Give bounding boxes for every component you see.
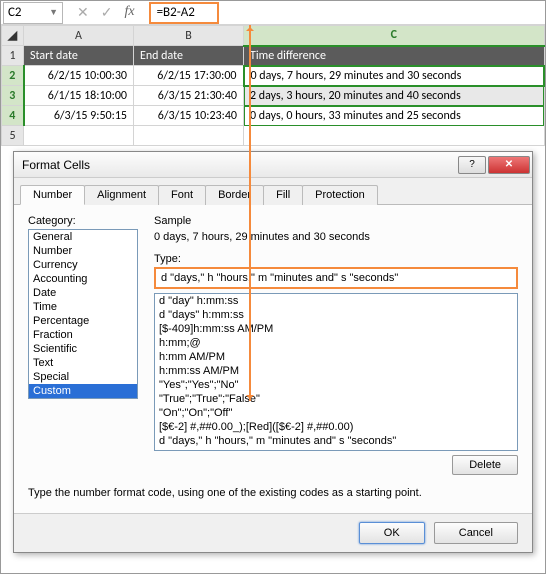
chevron-down-icon[interactable]: ▼ [49,7,58,18]
list-item[interactable]: d "days" h:mm:ss [155,308,517,322]
cancel-icon[interactable]: ✕ [77,4,89,21]
list-item[interactable]: Currency [29,258,137,272]
fx-icon[interactable]: fx [124,4,134,21]
list-item-selected[interactable]: Custom [29,384,137,398]
list-item[interactable]: Date [29,286,137,300]
formula-bar-icons: ✕ ✓ fx [77,4,135,21]
cell[interactable]: 6/2/15 10:00:30 [24,66,134,86]
spreadsheet-grid[interactable]: ◢ A B C 1 Start date End date Time diffe… [1,25,545,146]
tab-fill[interactable]: Fill [263,185,303,205]
list-item[interactable]: General [29,230,137,244]
list-item[interactable]: Time [29,300,137,314]
cell[interactable]: 0 days, 0 hours, 33 minutes and 25 secon… [244,106,545,126]
cell[interactable]: 6/3/15 10:23:40 [134,106,244,126]
list-item[interactable]: h:mm AM/PM [155,350,517,364]
category-label: Category: [28,215,138,227]
list-item[interactable]: Number [29,244,137,258]
dialog-titlebar[interactable]: Format Cells ? ✕ [14,152,532,178]
row-header-2[interactable]: 2 [2,66,24,86]
delete-button[interactable]: Delete [452,455,518,475]
close-button[interactable]: ✕ [488,156,530,174]
cell[interactable] [24,126,134,146]
tab-row: Number Alignment Font Border Fill Protec… [14,178,532,205]
category-list[interactable]: General Number Currency Accounting Date … [28,229,138,399]
cell[interactable]: 6/3/15 9:50:15 [24,106,134,126]
format-cells-dialog: Format Cells ? ✕ Number Alignment Font B… [13,151,533,553]
dialog-body: Category: General Number Currency Accoun… [14,205,532,513]
type-list[interactable]: d "day" h:mm:ss d "days" h:mm:ss [$-409]… [154,293,518,451]
cell[interactable] [134,126,244,146]
help-button[interactable]: ? [458,156,486,174]
row-header-3[interactable]: 3 [2,86,24,106]
hint-text: Type the number format code, using one o… [28,487,518,499]
name-box[interactable]: C2 ▼ [3,2,63,24]
list-item[interactable]: Percentage [29,314,137,328]
list-item[interactable]: "On";"On";"Off" [155,406,517,420]
cell[interactable]: 6/2/15 17:30:00 [134,66,244,86]
list-item[interactable]: Text [29,356,137,370]
sample-label: Sample [154,215,518,227]
sample-value: 0 days, 7 hours, 29 minutes and 30 secon… [154,231,518,243]
row-header-4[interactable]: 4 [2,106,24,126]
list-item[interactable]: h:mm;@ [155,336,517,350]
cell[interactable]: 2 days, 3 hours, 20 minutes and 40 secon… [244,86,545,106]
cell[interactable]: 6/1/15 18:10:00 [24,86,134,106]
formula-bar-row: C2 ▼ ✕ ✓ fx =B2-A2 [1,1,545,25]
formula-text: =B2-A2 [157,5,195,20]
callout-connector [249,25,251,401]
row-header-1[interactable]: 1 [2,46,24,66]
name-box-value: C2 [8,5,22,20]
list-item[interactable]: Special [29,370,137,384]
type-label: Type: [154,253,518,265]
tab-alignment[interactable]: Alignment [84,185,159,205]
list-item[interactable]: h:mm:ss AM/PM [155,364,517,378]
cell[interactable] [244,126,545,146]
list-item[interactable]: Accounting [29,272,137,286]
header-cell[interactable]: End date [134,46,244,66]
cell-selected[interactable]: 0 days, 7 hours, 29 minutes and 30 secon… [244,66,545,86]
list-item[interactable]: d "days," h "hours," m "minutes and" s "… [155,434,517,448]
header-cell[interactable]: Time difference [244,46,545,66]
dialog-title: Format Cells [22,158,456,172]
row-header-5[interactable]: 5 [2,126,24,146]
select-all-corner[interactable]: ◢ [2,26,24,46]
cell[interactable]: 6/3/15 21:30:40 [134,86,244,106]
list-item[interactable]: d "day" h:mm:ss [155,294,517,308]
cancel-button[interactable]: Cancel [434,522,518,544]
col-header-c[interactable]: C [244,26,545,46]
tab-font[interactable]: Font [158,185,206,205]
list-item[interactable]: [$€-2] #,##0.00_);[Red]([$€-2] #,##0.00) [155,420,517,434]
list-item[interactable]: Scientific [29,342,137,356]
formula-input[interactable]: =B2-A2 [149,2,219,24]
dialog-footer: OK Cancel [14,513,532,552]
ok-button[interactable]: OK [359,522,425,544]
tab-border[interactable]: Border [205,185,264,205]
col-header-b[interactable]: B [134,26,244,46]
type-input[interactable] [154,267,518,289]
list-item[interactable]: "True";"True";"False" [155,392,517,406]
list-item[interactable]: [$-409]h:mm:ss AM/PM [155,322,517,336]
list-item[interactable]: Fraction [29,328,137,342]
tab-protection[interactable]: Protection [302,185,378,205]
tab-number[interactable]: Number [20,185,85,205]
col-header-a[interactable]: A [24,26,134,46]
header-cell[interactable]: Start date [24,46,134,66]
list-item[interactable]: "Yes";"Yes";"No" [155,378,517,392]
enter-icon[interactable]: ✓ [101,4,113,21]
